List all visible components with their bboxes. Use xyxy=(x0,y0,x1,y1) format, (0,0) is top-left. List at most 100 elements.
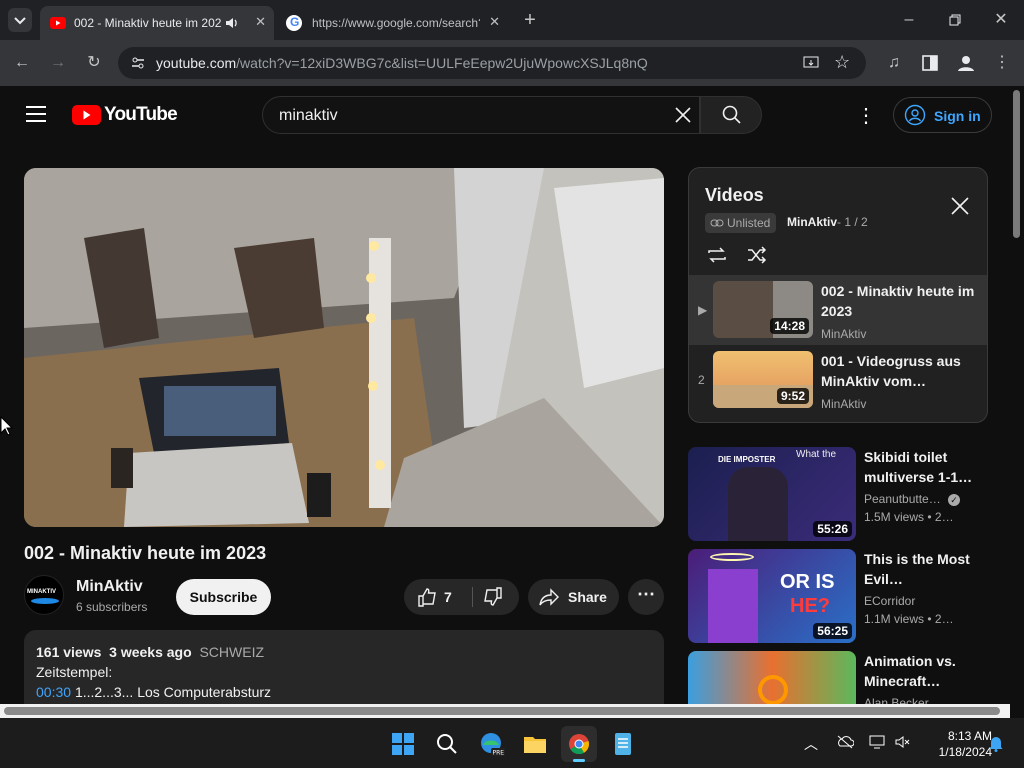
youtube-logo-icon xyxy=(72,105,101,125)
chrome-taskbar-icon[interactable] xyxy=(561,726,597,762)
browser-tab-bar: 002 - Minaktiv heute im 2023 ✕ G https:/… xyxy=(0,0,1024,40)
thumbs-down-icon xyxy=(484,587,502,606)
channel-label: Peanutbutte… xyxy=(864,492,941,506)
search-icon[interactable] xyxy=(429,726,465,762)
onedrive-icon[interactable] xyxy=(836,734,855,755)
channel-avatar[interactable]: MINAKTIV xyxy=(24,575,64,615)
age-label: • 2… xyxy=(927,510,954,524)
verified-icon: ✓ xyxy=(948,494,961,506)
avatar-logo-text: MINAKTIV xyxy=(27,589,56,595)
url-text: youtube.com/watch?v=12xiD3WBG7c&list=UUL… xyxy=(156,55,648,71)
speaker-icon[interactable] xyxy=(224,15,240,34)
playlist-item-index: 2 xyxy=(698,373,705,387)
side-panel-icon[interactable] xyxy=(918,51,942,75)
search-icon xyxy=(722,105,741,124)
browser-toolbar: ← → ↻ youtube.com/watch?v=12xiD3WBG7c&li… xyxy=(0,40,1024,86)
back-icon[interactable]: ← xyxy=(10,51,34,75)
bookmark-star-icon[interactable]: ☆ xyxy=(834,52,850,73)
like-button[interactable]: 7 xyxy=(404,579,466,615)
close-playlist-icon[interactable] xyxy=(949,195,971,222)
url-path: /watch?v=12xiD3WBG7c&list=UULFeEepw2UjuW… xyxy=(236,55,648,71)
unlisted-badge: Unlisted xyxy=(705,213,777,233)
install-app-icon[interactable] xyxy=(802,54,820,77)
search-input[interactable]: minaktiv xyxy=(262,96,700,134)
profile-icon[interactable] xyxy=(954,51,978,75)
hamburger-menu-icon[interactable] xyxy=(26,106,46,122)
scrollbar-thumb[interactable] xyxy=(1013,90,1020,238)
edge-browser-icon[interactable]: PRE xyxy=(473,726,509,762)
close-window-icon[interactable]: ✕ xyxy=(989,8,1013,32)
views-label: 1.1M views xyxy=(864,612,925,626)
minimize-icon[interactable]: – xyxy=(897,8,921,32)
media-controls-icon[interactable]: ♫ xyxy=(882,51,906,75)
youtube-favicon-icon xyxy=(50,17,66,29)
clock-time: 8:13 AM xyxy=(947,729,992,743)
playlist-owner[interactable]: MinAktiv xyxy=(787,215,837,229)
reload-icon[interactable]: ↻ xyxy=(82,51,106,75)
system-clock[interactable]: 8:13 AM 1/18/2024 xyxy=(916,728,992,760)
playlist-item[interactable]: 2 9:52 001 - Videogruss aus MinAktiv vom… xyxy=(689,345,987,415)
clear-search-icon[interactable] xyxy=(671,103,695,132)
playlist-item[interactable]: ▶ 14:28 002 - Minaktiv heute im 2023 Min… xyxy=(689,275,987,345)
new-tab-icon[interactable]: + xyxy=(518,8,542,32)
loop-icon[interactable] xyxy=(705,243,729,272)
close-tab-icon[interactable]: ✕ xyxy=(255,14,266,30)
description-meta: 161 views 3 weeks ago SCHWEIZ xyxy=(36,642,652,662)
google-favicon-icon: G xyxy=(286,15,302,31)
forward-icon[interactable]: → xyxy=(46,51,70,75)
recommended-video[interactable]: OR IS HE? 56:25 This is the Most Evil… E… xyxy=(688,549,1000,643)
search-button[interactable] xyxy=(700,96,762,134)
restore-icon[interactable] xyxy=(943,8,967,32)
youtube-masthead: YouTube minaktiv ⋮ Sign in xyxy=(0,86,1010,144)
more-actions-button[interactable]: ⋯ xyxy=(628,579,664,615)
close-tab-icon[interactable]: ✕ xyxy=(489,14,500,30)
mouse-cursor-icon xyxy=(0,416,14,436)
address-bar[interactable]: youtube.com/watch?v=12xiD3WBG7c&list=UUL… xyxy=(118,47,866,79)
subscribe-button[interactable]: Subscribe xyxy=(176,579,271,615)
sign-in-button[interactable]: Sign in xyxy=(893,97,992,133)
file-explorer-icon[interactable] xyxy=(517,726,553,762)
tab-youtube[interactable]: 002 - Minaktiv heute im 2023 ✕ xyxy=(40,6,274,40)
video-frame-image xyxy=(24,168,664,527)
recommended-video[interactable]: DIE IMPOSTER What the 55:26 Skibidi toil… xyxy=(688,447,1000,541)
recommended-thumbnail: OR IS HE? 56:25 xyxy=(688,549,856,643)
show-hidden-icons-icon[interactable]: ︿ xyxy=(804,734,818,754)
settings-menu-icon[interactable]: ⋮ xyxy=(856,103,876,128)
channel-name[interactable]: MinAktiv xyxy=(76,578,143,596)
now-playing-indicator: ▶ xyxy=(698,303,708,317)
recommended-channel: ECorridor xyxy=(864,594,916,608)
scrollbar-thumb[interactable] xyxy=(4,707,1000,715)
recommended-channel: Peanutbutte… ✓ xyxy=(864,492,961,506)
subscriber-count: 6 subscribers xyxy=(76,600,148,614)
site-info-icon[interactable] xyxy=(130,55,146,76)
horizontal-scrollbar[interactable] xyxy=(0,704,1010,718)
recommended-views: 1.1M views • 2… xyxy=(864,612,954,626)
location-tag[interactable]: SCHWEIZ xyxy=(199,644,264,660)
browser-menu-icon[interactable]: ⋮ xyxy=(990,51,1014,75)
video-title: 002 - Minaktiv heute im 2023 xyxy=(24,543,267,563)
dislike-button[interactable] xyxy=(474,579,519,615)
tab-title: https://www.google.com/search? xyxy=(312,16,480,30)
like-count: 7 xyxy=(444,589,452,605)
playlist-title[interactable]: Videos xyxy=(705,185,764,206)
sign-in-label: Sign in xyxy=(934,108,981,124)
windows-taskbar: PRE ︿ 8:13 AM 1/18/2024 xyxy=(0,718,1024,768)
recommended-title: This is the Most Evil… xyxy=(864,551,970,587)
youtube-page: YouTube minaktiv ⋮ Sign in 002 - Minakti… xyxy=(0,86,1024,718)
start-windows-icon[interactable] xyxy=(385,726,421,762)
search-query: minaktiv xyxy=(279,107,338,124)
notification-bell-icon[interactable] xyxy=(988,734,1004,757)
tab-google[interactable]: G https://www.google.com/search? ✕ xyxy=(276,6,508,40)
network-icon[interactable] xyxy=(868,734,886,755)
video-player[interactable] xyxy=(24,168,664,527)
vertical-scrollbar[interactable] xyxy=(1010,86,1024,718)
svg-text:PRE: PRE xyxy=(493,750,505,757)
volume-muted-icon[interactable] xyxy=(894,734,912,755)
timestamp-link[interactable]: 00:30 xyxy=(36,684,71,700)
share-button[interactable]: Share xyxy=(528,579,619,615)
notepad-icon[interactable] xyxy=(605,726,641,762)
upload-age: 3 weeks ago xyxy=(109,644,192,660)
duration-badge: 55:26 xyxy=(813,521,852,537)
tab-search-dropdown-icon[interactable] xyxy=(8,8,32,32)
shuffle-icon[interactable] xyxy=(745,243,769,272)
